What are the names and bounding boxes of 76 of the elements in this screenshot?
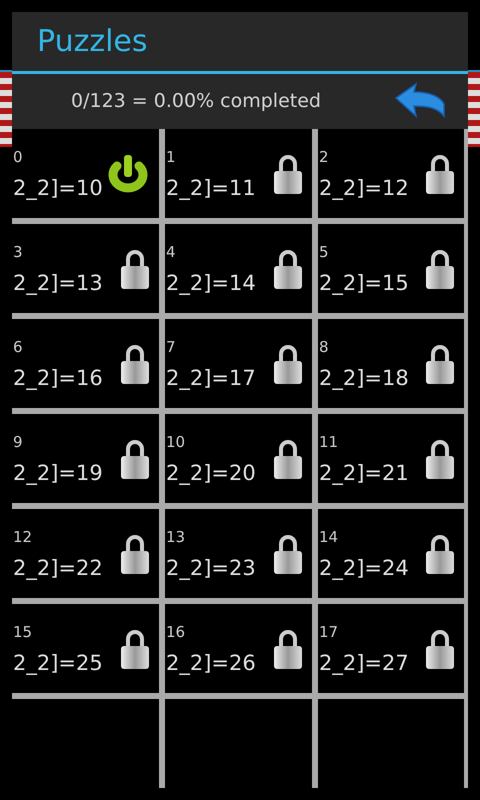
puzzle-tile[interactable]: 6 2_2]=16	[12, 319, 159, 408]
back-arrow-icon[interactable]	[394, 82, 446, 120]
puzzle-number: 5	[319, 242, 330, 260]
puzzle-number: 8	[319, 338, 330, 356]
puzzle-tile[interactable]: 15 2_2]=25	[12, 604, 159, 693]
puzzle-label: 2_2]=25	[13, 650, 103, 674]
puzzle-number: 10	[166, 432, 186, 450]
puzzle-label: 2_2]=18	[319, 366, 409, 390]
puzzle-number: 13	[166, 528, 186, 546]
puzzle-tile[interactable]: 11 2_2]=21	[318, 414, 464, 503]
padlock-icon	[272, 628, 304, 670]
puzzle-label: 2_2]=23	[166, 556, 256, 580]
puzzle-number: 7	[166, 338, 177, 356]
puzzle-label: 2_2]=26	[166, 650, 256, 674]
puzzle-tile[interactable]	[318, 699, 464, 788]
puzzle-number: 3	[13, 242, 24, 260]
puzzle-label: 2_2]=22	[13, 556, 103, 580]
padlock-icon	[272, 342, 304, 384]
padlock-icon	[424, 342, 456, 384]
puzzle-number: 4	[166, 242, 177, 260]
puzzle-number: 11	[319, 432, 340, 450]
puzzle-tile[interactable]: 10 2_2]=20	[165, 414, 312, 503]
puzzle-label: 2_2]=19	[13, 460, 103, 484]
puzzle-number: 0	[13, 148, 24, 166]
puzzle-tile[interactable]: 9 2_2]=19	[12, 414, 159, 503]
puzzle-label: 2_2]=27	[319, 650, 409, 674]
padlock-icon	[424, 628, 456, 670]
padlock-icon	[119, 532, 151, 574]
puzzle-tile[interactable]: 3 2_2]=13	[12, 224, 159, 313]
puzzle-label: 2_2]=24	[319, 556, 409, 580]
puzzle-number: 9	[13, 432, 24, 450]
puzzle-tile[interactable]: 1 2_2]=11	[165, 129, 312, 218]
puzzle-label: 2_2]=17	[166, 366, 256, 390]
puzzle-label: 2_2]=16	[13, 366, 103, 390]
padlock-icon	[424, 532, 456, 574]
puzzle-label: 2_2]=10	[13, 176, 103, 200]
puzzle-number: 12	[13, 528, 34, 546]
padlock-icon	[272, 248, 304, 290]
puzzle-tile[interactable]: 16 2_2]=26	[165, 604, 312, 693]
puzzle-tile[interactable]: 4 2_2]=14	[165, 224, 312, 313]
puzzle-label: 2_2]=20	[166, 460, 256, 484]
padlock-icon	[272, 438, 304, 480]
padlock-icon	[119, 248, 151, 290]
puzzle-tile[interactable]: 5 2_2]=15	[318, 224, 464, 313]
puzzle-tile[interactable]: 17 2_2]=27	[318, 604, 464, 693]
progress-text: 0/123 = 0.00% completed	[71, 90, 321, 112]
puzzle-tile[interactable]	[165, 699, 312, 788]
puzzle-number: 14	[319, 528, 340, 546]
puzzle-number: 17	[319, 622, 340, 640]
puzzle-number: 16	[166, 622, 186, 640]
padlock-icon	[424, 248, 456, 290]
puzzle-tile[interactable]: 13 2_2]=23	[165, 509, 312, 598]
puzzle-tile[interactable]: 7 2_2]=17	[165, 319, 312, 408]
padlock-icon	[119, 628, 151, 670]
padlock-icon	[272, 152, 304, 194]
puzzle-tile[interactable]: 12 2_2]=22	[12, 509, 159, 598]
padlock-icon	[272, 532, 304, 574]
puzzle-label: 2_2]=21	[319, 460, 409, 484]
padlock-icon	[424, 438, 456, 480]
padlock-icon	[119, 342, 151, 384]
puzzle-label: 2_2]=14	[166, 270, 256, 294]
puzzle-label: 2_2]=12	[319, 176, 409, 200]
puzzle-tile[interactable]: 14 2_2]=24	[318, 509, 464, 598]
puzzle-tile[interactable]: 0 2_2]=10	[12, 129, 159, 218]
puzzle-tile[interactable]: 8 2_2]=18	[318, 319, 464, 408]
puzzle-label: 2_2]=13	[13, 270, 103, 294]
puzzle-tile[interactable]: 2 2_2]=12	[318, 129, 464, 218]
puzzle-number: 1	[166, 148, 177, 166]
puzzle-number: 6	[13, 338, 24, 356]
puzzle-label: 2_2]=15	[319, 270, 409, 294]
puzzle-label: 2_2]=11	[166, 176, 256, 200]
padlock-icon	[424, 152, 456, 194]
dialog-title: Puzzles	[37, 24, 148, 59]
puzzle-number: 2	[319, 148, 330, 166]
padlock-icon	[119, 438, 151, 480]
puzzle-number: 15	[13, 622, 34, 640]
